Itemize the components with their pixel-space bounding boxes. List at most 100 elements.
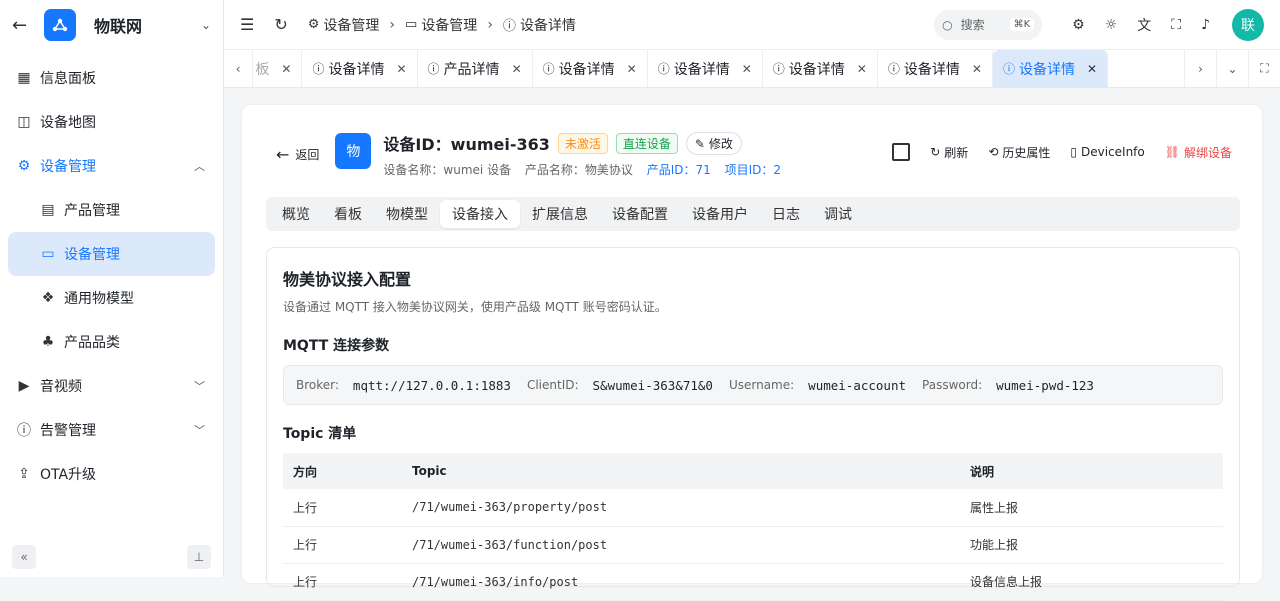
param-key: ClientID: [526, 378, 579, 392]
close-icon[interactable]: ✕ [512, 62, 522, 76]
sidebar-item-label: 信息面板 [40, 71, 96, 87]
bell-icon[interactable]: ♪ [1201, 17, 1210, 33]
sidebar-item-media[interactable]: ▶ 音视频 ﹀ [0, 364, 223, 408]
breadcrumb-item[interactable]: 设备管理 [323, 15, 379, 35]
chevron-down-icon[interactable]: ⌄ [1216, 50, 1248, 87]
sidebar-item-label: 设备管理 [40, 159, 96, 175]
close-icon[interactable]: ✕ [1087, 62, 1097, 76]
fullscreen-icon[interactable]: ⛶ [1171, 17, 1181, 33]
dashboard-icon: ▦ [17, 70, 31, 86]
tab-device-detail[interactable]: ⓘ 设备详情 ✕ [302, 50, 418, 87]
topics-title: Topic 清单 [283, 426, 357, 442]
theme-icon[interactable]: ☼ [1105, 17, 1118, 33]
breadcrumb-item[interactable]: 设备管理 [421, 15, 477, 35]
refresh-button[interactable]: ↻ 刷新 [930, 144, 968, 161]
app-name: 物联网 [94, 17, 143, 36]
qr-code-icon[interactable] [892, 143, 911, 161]
avatar[interactable]: 联 [1232, 8, 1264, 41]
table-cell: 上行 [283, 526, 402, 564]
table-cell: /71/wumei-363/info/post [402, 563, 960, 601]
sidebar-item-dashboard[interactable]: ▦ 信息面板 [0, 56, 223, 100]
back-button[interactable]: ← 返回 [276, 145, 319, 164]
sidebar-item-device-map[interactable]: ◫ 设备地图 [0, 100, 223, 144]
tab-label: 设备详情 [1018, 61, 1075, 78]
info-icon: ⓘ [427, 62, 440, 76]
chip-icon: ⚙ [307, 17, 320, 32]
subtab-debug[interactable]: 调试 [812, 200, 864, 228]
tab-product-detail[interactable]: ⓘ 产品详情 ✕ [418, 50, 533, 87]
tab-device-detail[interactable]: ⓘ 设备详情 ✕ [763, 50, 878, 87]
sidebar-item-ota[interactable]: ⇪ OTA升级 [0, 452, 223, 496]
device-subtitle: 设备名称：wumei 设备 产品名称：物美协议 产品ID：71 项目ID：2 [383, 161, 791, 178]
tab-label: 设备详情 [673, 61, 730, 78]
table-cell: 属性上报 [960, 489, 1223, 527]
edit-button[interactable]: ✎ 修改 [685, 131, 742, 155]
file-icon: ▯ [1070, 145, 1077, 159]
device-icon: ▭ [405, 17, 418, 32]
menu-icon[interactable]: ☰ [240, 15, 254, 34]
chevron-down-icon: ﹀ [194, 424, 205, 437]
sidebar-item-alarm[interactable]: ⓘ 告警管理 ﹀ [0, 408, 223, 452]
column-header: Topic [402, 453, 960, 489]
chevron-right-icon[interactable]: › [1184, 50, 1216, 87]
pencil-icon: ✎ [694, 136, 705, 151]
search-input[interactable]: ○ 搜索 ⌘K [934, 9, 1043, 40]
unbind-label: 解绑设备 [1183, 145, 1232, 160]
close-icon[interactable]: ✕ [742, 62, 752, 76]
param-key: Broker: [296, 378, 339, 392]
sidebar-item-product-management[interactable]: ▤ 产品管理 [0, 188, 223, 232]
device-title: 设备ID：wumei-363 [383, 135, 550, 154]
sidebar-item-device-list[interactable]: ▭ 设备管理 [8, 232, 215, 276]
close-icon[interactable]: ✕ [627, 62, 637, 76]
tab-device-detail[interactable]: ⓘ 设备详情 ✕ [878, 50, 993, 87]
unbind-button[interactable]: ⛓ 解绑设备 [1165, 144, 1232, 161]
close-icon[interactable]: ✕ [281, 62, 291, 76]
subtab-overview[interactable]: 概览 [270, 200, 322, 228]
collapse-sidebar-icon[interactable]: « [12, 545, 36, 569]
info-icon: ⓘ [1002, 62, 1015, 76]
settings-icon[interactable]: ⚙ [1072, 17, 1085, 33]
tab-partial[interactable]: 板 ✕ [253, 50, 303, 87]
search-placeholder: 搜索 [960, 18, 985, 32]
tab-label: 设备详情 [558, 61, 615, 78]
sidebar-item-thing-model[interactable]: ❖ 通用物模型 [0, 276, 223, 320]
params-title: MQTT 连接参数 [283, 338, 390, 354]
table-cell: /71/wumei-363/function/post [402, 526, 960, 564]
search-shortcut: ⌘K [1009, 18, 1035, 31]
info-icon: ⓘ [312, 62, 325, 76]
tree-icon: ♣ [41, 334, 55, 350]
subtab-access[interactable]: 设备接入 [440, 200, 520, 228]
sidebar-item-product-category[interactable]: ♣ 产品品类 [0, 320, 223, 364]
close-icon[interactable]: ✕ [396, 62, 406, 76]
pin-icon[interactable]: ⊥ [187, 545, 211, 569]
history-button[interactable]: ⟲ 历史属性 [988, 144, 1050, 161]
close-icon[interactable]: ✕ [972, 62, 982, 76]
device-info-button[interactable]: ▯ DeviceInfo [1070, 145, 1144, 159]
tab-device-detail[interactable]: ⓘ 设备详情 ✕ [648, 50, 763, 87]
column-header: 说明 [960, 453, 1223, 489]
subtab-dashboard[interactable]: 看板 [322, 200, 374, 228]
subtab-thing-model[interactable]: 物模型 [374, 200, 440, 228]
device-avatar: 物 [335, 133, 372, 169]
project-id-link[interactable]: 项目ID：2 [725, 163, 781, 177]
subtab-config[interactable]: 设备配置 [600, 200, 680, 228]
close-icon[interactable]: ✕ [857, 62, 867, 76]
fit-screen-icon[interactable]: ⛶ [1248, 50, 1280, 87]
tab-device-detail[interactable]: ⓘ 设备详情 ✕ [533, 50, 648, 87]
chevron-left-icon[interactable]: ‹ [224, 50, 254, 87]
back-arrow-icon[interactable]: ← [12, 15, 32, 36]
param-value: S&wumei-363&71&0 [592, 377, 713, 393]
search-icon: ○ [942, 17, 953, 32]
breadcrumb: ⚙ 设备管理 › ▭ 设备管理 › ⓘ 设备详情 [308, 15, 576, 35]
translate-icon[interactable]: 文 [1137, 15, 1151, 35]
subtab-users[interactable]: 设备用户 [680, 200, 760, 228]
chevron-down-icon[interactable]: ⌄ [201, 18, 211, 32]
sidebar-item-device-management[interactable]: ⚙ 设备管理 ︿ [0, 144, 223, 188]
tab-device-detail-active[interactable]: ⓘ 设备详情 ✕ [992, 50, 1109, 87]
subtab-logs[interactable]: 日志 [760, 200, 812, 228]
product-id-link[interactable]: 产品ID：71 [647, 163, 711, 177]
subtab-extension[interactable]: 扩展信息 [520, 200, 600, 228]
refresh-icon[interactable]: ↻ [274, 15, 287, 34]
device-detail-panel: ← 返回 物 设备ID：wumei-363 未激活 直连设备 ✎ 修改 设备名称：… [241, 104, 1263, 601]
refresh-label: 刷新 [944, 145, 969, 160]
